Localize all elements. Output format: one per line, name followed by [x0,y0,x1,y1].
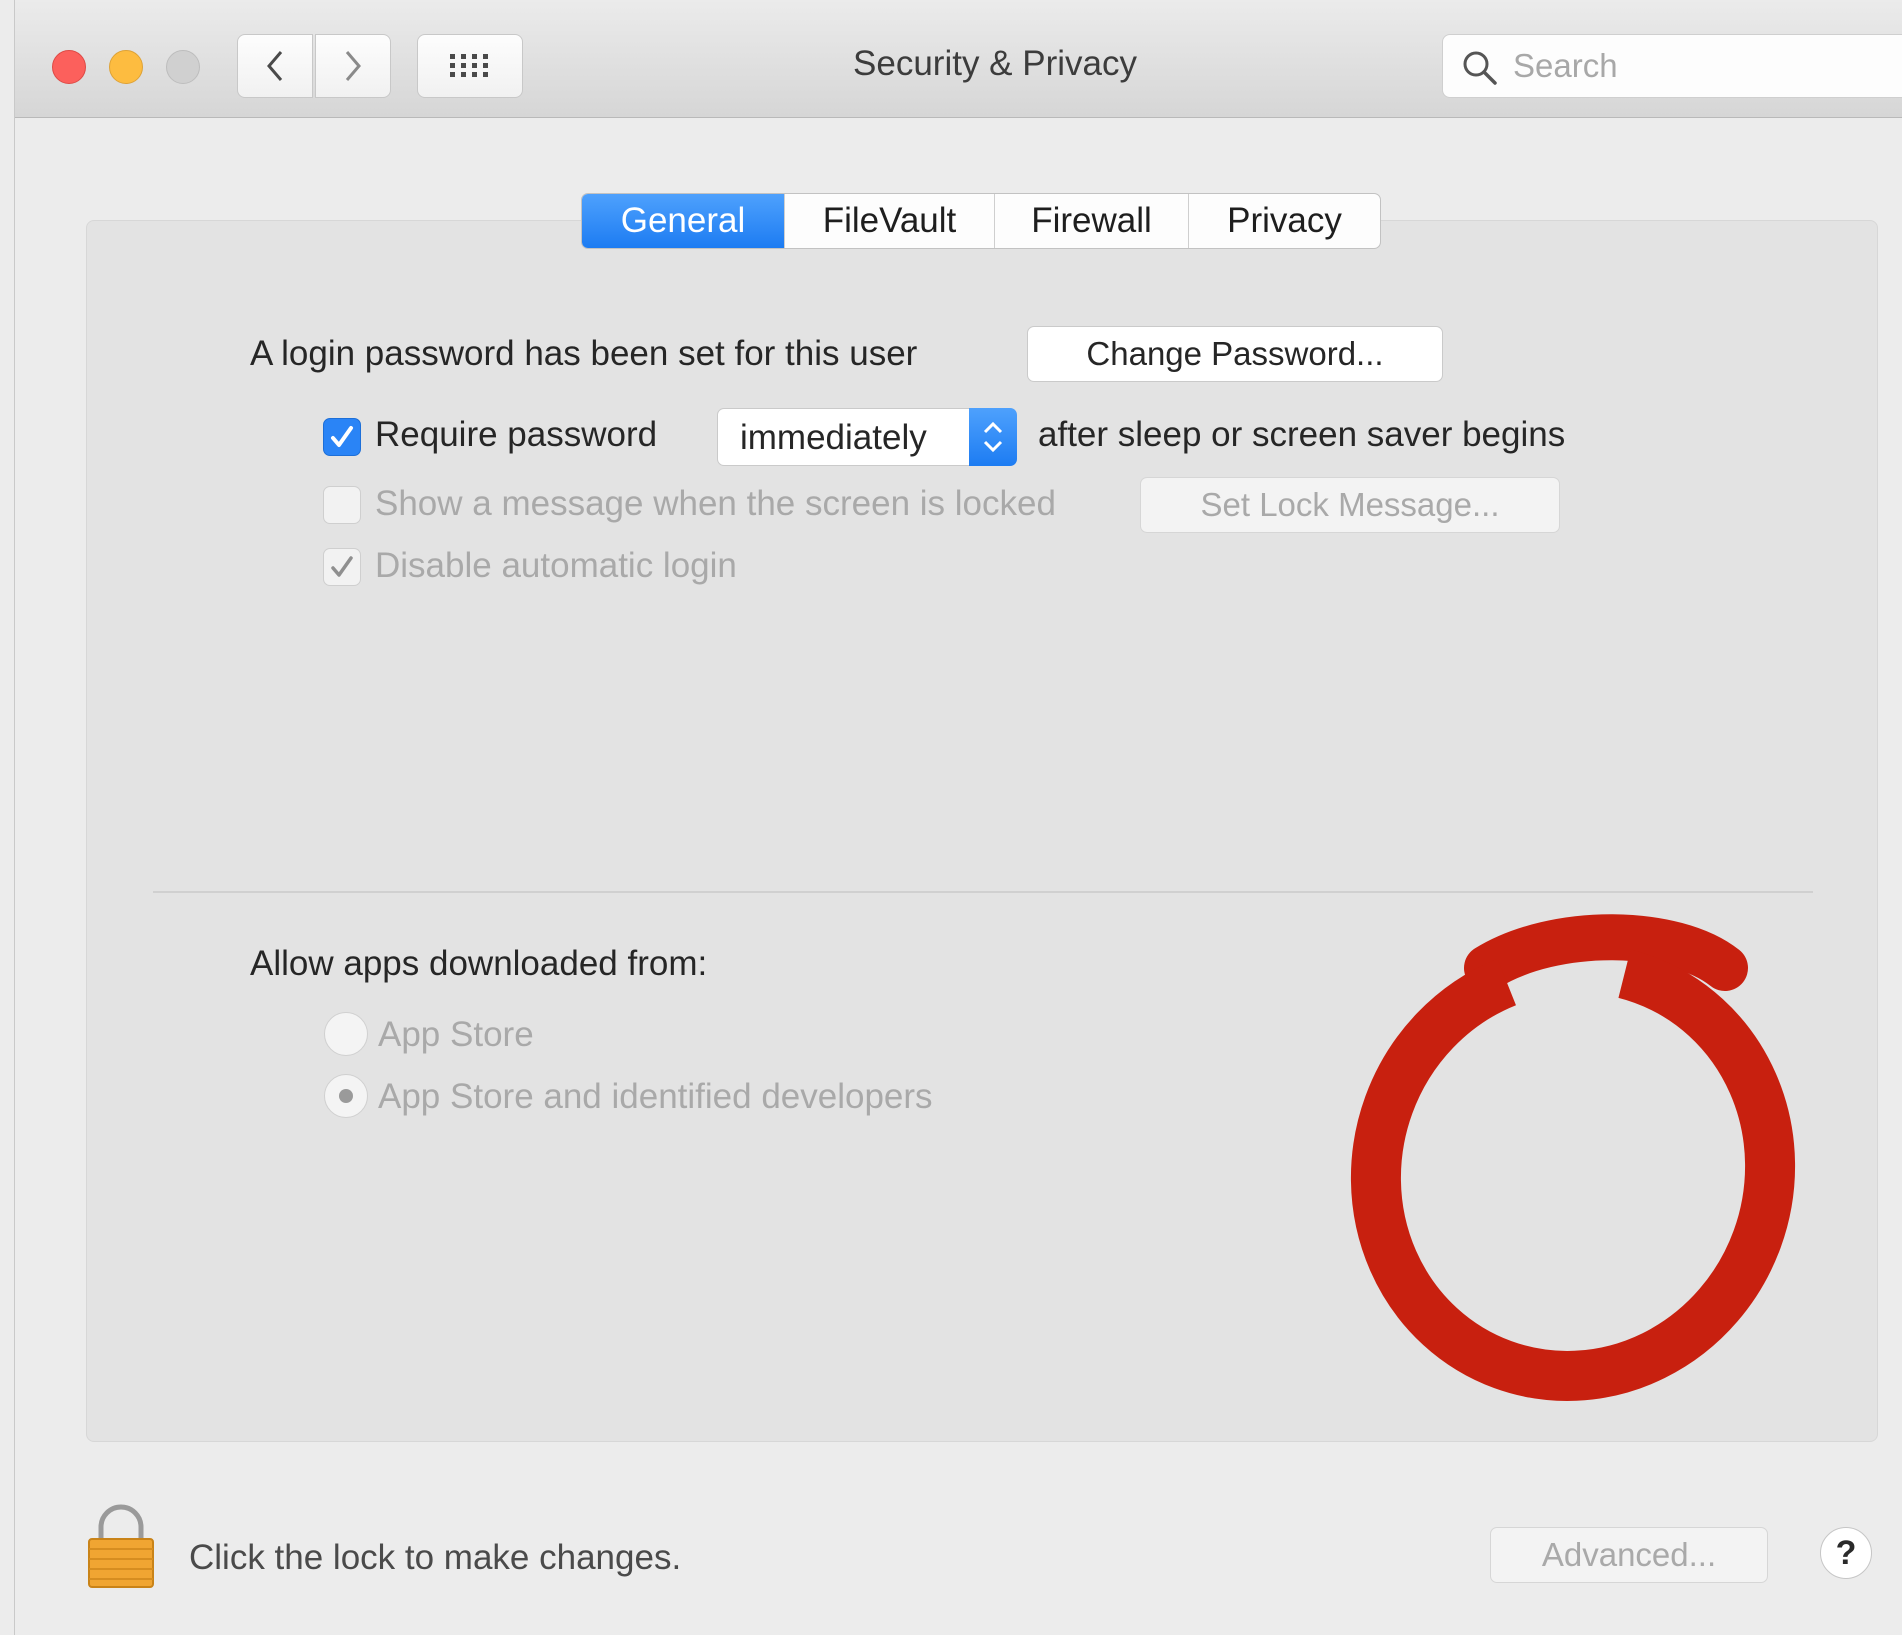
back-button[interactable] [237,34,313,98]
disable-auto-login-label: Disable automatic login [375,546,737,585]
show-message-checkbox[interactable] [323,486,361,524]
radio-identified-developers[interactable] [324,1074,368,1118]
radio-app-store[interactable] [324,1012,368,1056]
require-password-suffix: after sleep or screen saver begins [1038,415,1566,454]
lock-hint-label: Click the lock to make changes. [189,1538,682,1577]
set-lock-message-button[interactable]: Set Lock Message... [1140,477,1560,533]
tab-general[interactable]: General [582,194,784,248]
password-delay-select[interactable]: immediately [717,408,1017,466]
title-bar: Security & Privacy Search [15,0,1902,118]
tab-filevault[interactable]: FileVault [784,194,994,248]
disable-auto-login-checkbox[interactable] [323,548,361,586]
preferences-window: Security & Privacy Search General FileVa… [14,0,1902,1635]
search-field[interactable]: Search [1442,34,1902,98]
tab-firewall[interactable]: Firewall [994,194,1188,248]
checkmark-icon [331,556,353,577]
search-placeholder: Search [1513,47,1618,84]
chevron-right-icon [345,51,361,81]
change-password-button[interactable]: Change Password... [1027,326,1443,382]
tab-bar: General FileVault Firewall Privacy [581,193,1381,249]
grid-icon [450,54,488,77]
show-all-button[interactable] [417,34,523,98]
up-down-chevron-icon [983,421,1003,453]
chevron-left-icon [267,51,283,81]
radio-identified-developers-label: App Store and identified developers [378,1077,933,1116]
help-button[interactable]: ? [1820,1527,1872,1579]
window-title: Security & Privacy [853,44,1137,83]
zoom-button[interactable] [166,50,200,84]
close-button[interactable] [52,50,86,84]
annotation-circle [1350,914,1796,1401]
require-password-label: Require password [375,415,658,454]
show-message-label: Show a message when the screen is locked [375,484,1056,523]
select-stepper [969,408,1017,466]
require-password-checkbox[interactable] [323,418,361,456]
allow-apps-heading: Allow apps downloaded from: [250,944,708,983]
lock-icon [88,1504,154,1588]
section-divider [153,891,1813,893]
radio-selected-dot [339,1089,353,1103]
minimize-button[interactable] [109,50,143,84]
search-icon [1463,51,1497,85]
advanced-button[interactable]: Advanced... [1490,1527,1768,1583]
radio-app-store-label: App Store [378,1015,534,1054]
checkmark-icon [331,426,353,447]
password-delay-value: immediately [740,418,927,457]
password-status-label: A login password has been set for this u… [250,334,918,373]
tab-privacy[interactable]: Privacy [1188,194,1380,248]
forward-button[interactable] [315,34,391,98]
